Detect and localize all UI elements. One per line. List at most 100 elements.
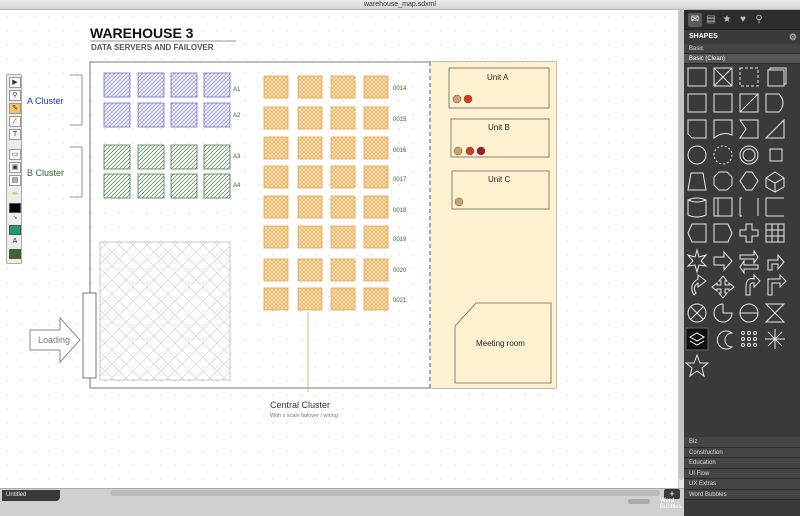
search-icon[interactable]: ⚲ [752, 13, 766, 27]
star-icon[interactable]: ★ [720, 13, 734, 27]
rack-0016-4[interactable] [363, 136, 389, 160]
bent-arrow-shape-icon[interactable] [767, 253, 785, 271]
cylinder-shape-icon[interactable] [687, 197, 707, 218]
star-shape-icon[interactable] [684, 353, 710, 378]
image-tool-icon[interactable]: ▣ [9, 162, 21, 173]
corner-arrow-shape-icon[interactable] [767, 273, 787, 296]
pattern-square-shape-icon[interactable] [713, 93, 733, 113]
dashed-square-shape-icon[interactable] [739, 67, 759, 87]
rack-a1-3[interactable] [170, 72, 198, 98]
stroke-color-swatch[interactable] [9, 225, 21, 235]
library-basic-clean[interactable]: Basic (Clean) [684, 54, 800, 64]
rack-0015-3[interactable] [330, 106, 356, 130]
rack-0017-1[interactable] [263, 165, 289, 189]
rack-a4-1[interactable] [103, 173, 131, 199]
library-education[interactable]: Education [684, 458, 800, 469]
diagram-subtitle[interactable]: DATA SERVERS AND FAILOVER [91, 43, 214, 52]
rack-0020-4[interactable] [363, 258, 389, 282]
rack-0020-2[interactable] [297, 258, 323, 282]
library-ui-flow[interactable]: UI Flow [684, 468, 800, 479]
circle-shape-icon[interactable] [687, 145, 707, 165]
layers-shape-icon[interactable] [685, 327, 709, 351]
text-tool-icon[interactable]: T [9, 129, 21, 140]
horizontal-scrollbar[interactable] [110, 490, 660, 496]
rack-0021-3[interactable] [330, 287, 356, 311]
rack-a2-1[interactable] [103, 102, 131, 128]
library-basic[interactable]: Basic [684, 44, 800, 54]
pentagon-arrow-shape-icon[interactable] [687, 223, 707, 243]
document-tab[interactable]: Untitled [2, 490, 60, 501]
small-square-shape-icon[interactable] [769, 148, 783, 162]
rack-0019-3[interactable] [330, 225, 356, 249]
curved-arrow-shape-icon[interactable] [691, 274, 707, 296]
rack-0021-2[interactable] [297, 287, 323, 311]
rack-a4-3[interactable] [170, 173, 198, 199]
rack-a2-3[interactable] [170, 102, 198, 128]
rack-0021-4[interactable] [363, 287, 389, 311]
storage-area[interactable] [99, 241, 231, 381]
rack-a3-4[interactable] [203, 144, 231, 170]
move-arrows-shape-icon[interactable] [711, 275, 735, 299]
zoom-tool-icon[interactable]: ⚲ [9, 90, 21, 101]
rack-0019-4[interactable] [363, 225, 389, 249]
card-shape-icon[interactable] [687, 119, 707, 139]
central-cluster-note[interactable]: With x scale failover / wiring [270, 413, 338, 419]
unit-c[interactable]: Unit C [451, 170, 550, 210]
rack-0020-1[interactable] [263, 258, 289, 282]
rack-0020-3[interactable] [330, 258, 356, 282]
square-shape-icon[interactable] [687, 67, 707, 87]
bracket-shape-icon[interactable] [713, 197, 733, 217]
crossed-square-shape-icon[interactable] [713, 67, 733, 87]
moon-shape-icon[interactable] [716, 330, 734, 350]
grid-shape-icon[interactable] [765, 223, 785, 243]
rack-0021-1[interactable] [263, 287, 289, 311]
fill-color-swatch[interactable] [9, 203, 21, 213]
rack-a3-3[interactable] [170, 144, 198, 170]
rack-0019-1[interactable] [263, 225, 289, 249]
library-word-bubbles[interactable]: Word Bubbles [684, 489, 800, 500]
octagon-shape-icon[interactable] [713, 171, 733, 191]
rack-a3-2[interactable] [137, 144, 165, 170]
rack-a1-1[interactable] [103, 72, 131, 98]
swap-arrows-shape-icon[interactable] [739, 249, 759, 275]
bracket-left-shape-icon[interactable] [739, 197, 759, 217]
rack-0017-2[interactable] [297, 165, 323, 189]
rack-a1-2[interactable] [137, 72, 165, 98]
rack-0014-1[interactable] [263, 75, 289, 99]
rack-0015-2[interactable] [297, 106, 323, 130]
rack-0018-3[interactable] [330, 195, 356, 219]
zoom-slider[interactable] [628, 499, 650, 504]
brush-tool-icon[interactable]: ✏ [9, 190, 21, 201]
rack-0014-4[interactable] [363, 75, 389, 99]
speech-bubble-icon[interactable]: ✉ [688, 13, 702, 27]
heart-icon[interactable]: ♥ [736, 13, 750, 27]
rack-0016-3[interactable] [330, 136, 356, 160]
loading-dock[interactable] [82, 292, 97, 379]
rack-a1-4[interactable] [203, 72, 231, 98]
select-tool-icon[interactable]: ▶ [9, 77, 21, 88]
text-color-swatch[interactable] [9, 249, 21, 259]
rack-0017-3[interactable] [330, 165, 356, 189]
meeting-room-label[interactable]: Meeting room [476, 339, 525, 348]
rack-0014-3[interactable] [330, 75, 356, 99]
crossed-circle-shape-icon[interactable] [687, 303, 707, 323]
open-rect-shape-icon[interactable] [765, 197, 784, 217]
asterisk-shape-icon[interactable] [765, 329, 785, 349]
burst-shape-icon[interactable] [686, 248, 708, 274]
dashed-circle-shape-icon[interactable] [713, 145, 733, 165]
rack-a3-1[interactable] [103, 144, 131, 170]
shape-library-grid[interactable] [684, 65, 800, 385]
note-tool-icon[interactable]: ▤ [9, 175, 21, 186]
b-cluster-racks[interactable] [103, 144, 231, 199]
rack-0019-2[interactable] [297, 225, 323, 249]
library-ux-extras[interactable]: UX Extras [684, 479, 800, 490]
a-cluster-racks[interactable] [103, 72, 231, 128]
a-cluster-label[interactable]: A Cluster [27, 96, 64, 106]
rack-0017-4[interactable] [363, 165, 389, 189]
library-construction[interactable]: Construction [684, 447, 800, 458]
pencil-tool-icon[interactable]: ✎ [9, 103, 21, 114]
rack-a2-4[interactable] [203, 102, 231, 128]
diagonal-square-shape-icon[interactable] [739, 93, 759, 113]
chat-icon[interactable]: ▤ [704, 13, 718, 27]
rack-0018-1[interactable] [263, 195, 289, 219]
